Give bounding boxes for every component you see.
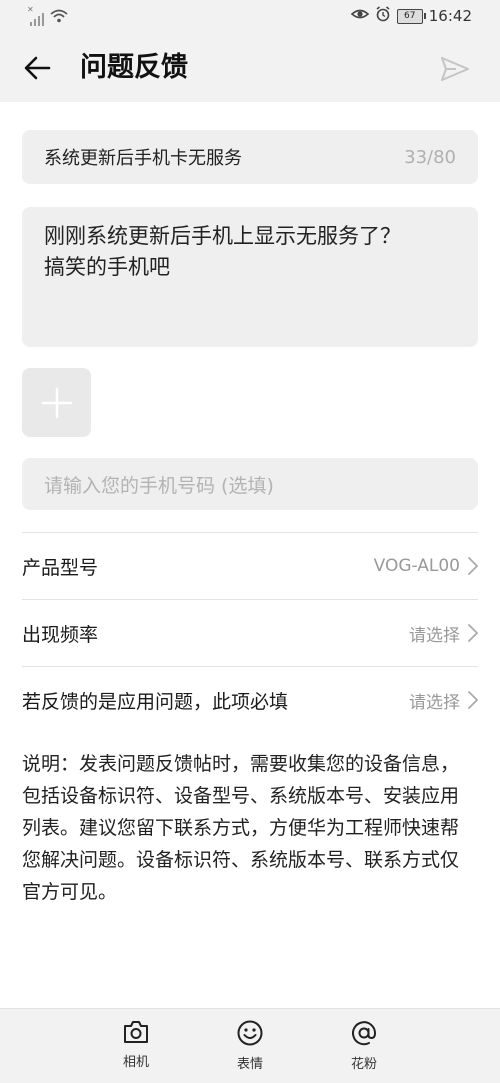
row-app-issue[interactable]: 若反馈的是应用问题，此项必填 请选择 xyxy=(22,667,478,733)
feedback-form: 系统更新后手机卡无服务 33/80 刚刚系统更新后手机上显示无服务了？ 搞笑的手… xyxy=(0,102,500,1008)
row-label: 出现频率 xyxy=(22,623,99,646)
bottom-toolbar: 相机 表情 花粉 xyxy=(0,1008,500,1083)
send-icon xyxy=(441,57,469,81)
smiley-icon xyxy=(237,1020,263,1046)
row-label: 产品型号 xyxy=(22,556,99,579)
emoji-button[interactable]: 表情 xyxy=(220,1019,280,1072)
description-textarea[interactable]: 刚刚系统更新后手机上显示无服务了？ 搞笑的手机吧 xyxy=(22,207,478,347)
camera-label: 相机 xyxy=(122,1055,149,1070)
emoji-label: 表情 xyxy=(236,1057,263,1072)
description-line-1: 刚刚系统更新后手机上显示无服务了？ xyxy=(44,224,401,248)
row-product-model[interactable]: 产品型号 VOG-AL00 xyxy=(22,533,478,599)
back-button[interactable] xyxy=(20,50,56,86)
row-value: 请选择 xyxy=(409,692,460,713)
row-frequency[interactable]: 出现频率 请选择 xyxy=(22,600,478,666)
status-bar-left: ✕ xyxy=(27,5,68,27)
status-bar-right: 67 16:42 xyxy=(350,6,472,26)
mention-button[interactable]: 花粉 xyxy=(334,1019,394,1072)
alarm-icon xyxy=(375,6,391,26)
plus-icon xyxy=(41,387,72,418)
row-label: 若反馈的是应用问题，此项必填 xyxy=(22,690,289,713)
signal-icon: ✕ xyxy=(27,5,44,26)
feedback-page: ✕ 67 16:42 问题反馈 系统更新后手机卡无服务 33/80 刚刚系统更新… xyxy=(0,0,500,1083)
status-bar: ✕ 67 16:42 xyxy=(0,0,500,34)
title-char-counter: 33/80 xyxy=(404,146,456,168)
add-image-button[interactable] xyxy=(22,368,91,437)
battery-indicator: 67 xyxy=(396,8,426,24)
description-line-2: 搞笑的手机吧 xyxy=(44,255,170,279)
wifi-icon xyxy=(50,8,68,27)
page-title: 问题反馈 xyxy=(80,52,188,83)
chevron-right-icon xyxy=(468,691,478,709)
app-header: 问题反馈 xyxy=(0,34,500,102)
at-icon xyxy=(352,1021,377,1046)
row-value: 请选择 xyxy=(409,625,460,646)
chevron-right-icon xyxy=(468,557,478,575)
phone-input-placeholder: 请输入您的手机号码 (选填) xyxy=(44,474,274,497)
title-input[interactable]: 系统更新后手机卡无服务 33/80 xyxy=(22,130,478,184)
camera-icon xyxy=(124,1021,148,1043)
status-time: 16:42 xyxy=(428,7,472,25)
mention-label: 花粉 xyxy=(350,1057,377,1072)
chevron-right-icon xyxy=(468,624,478,642)
no-sim-mark: ✕ xyxy=(27,4,34,14)
eye-comfort-icon xyxy=(350,7,369,25)
back-arrow-icon xyxy=(24,56,51,80)
row-value: VOG-AL00 xyxy=(373,556,460,576)
title-input-value: 系统更新后手机卡无服务 xyxy=(44,148,242,169)
privacy-note: 说明：发表问题反馈帖时，需要收集您的设备信息，包括设备标识符、设备型号、系统版本… xyxy=(22,753,460,903)
camera-button[interactable]: 相机 xyxy=(106,1019,166,1070)
phone-input[interactable]: 请输入您的手机号码 (选填) xyxy=(22,458,478,510)
send-button[interactable] xyxy=(438,52,472,86)
